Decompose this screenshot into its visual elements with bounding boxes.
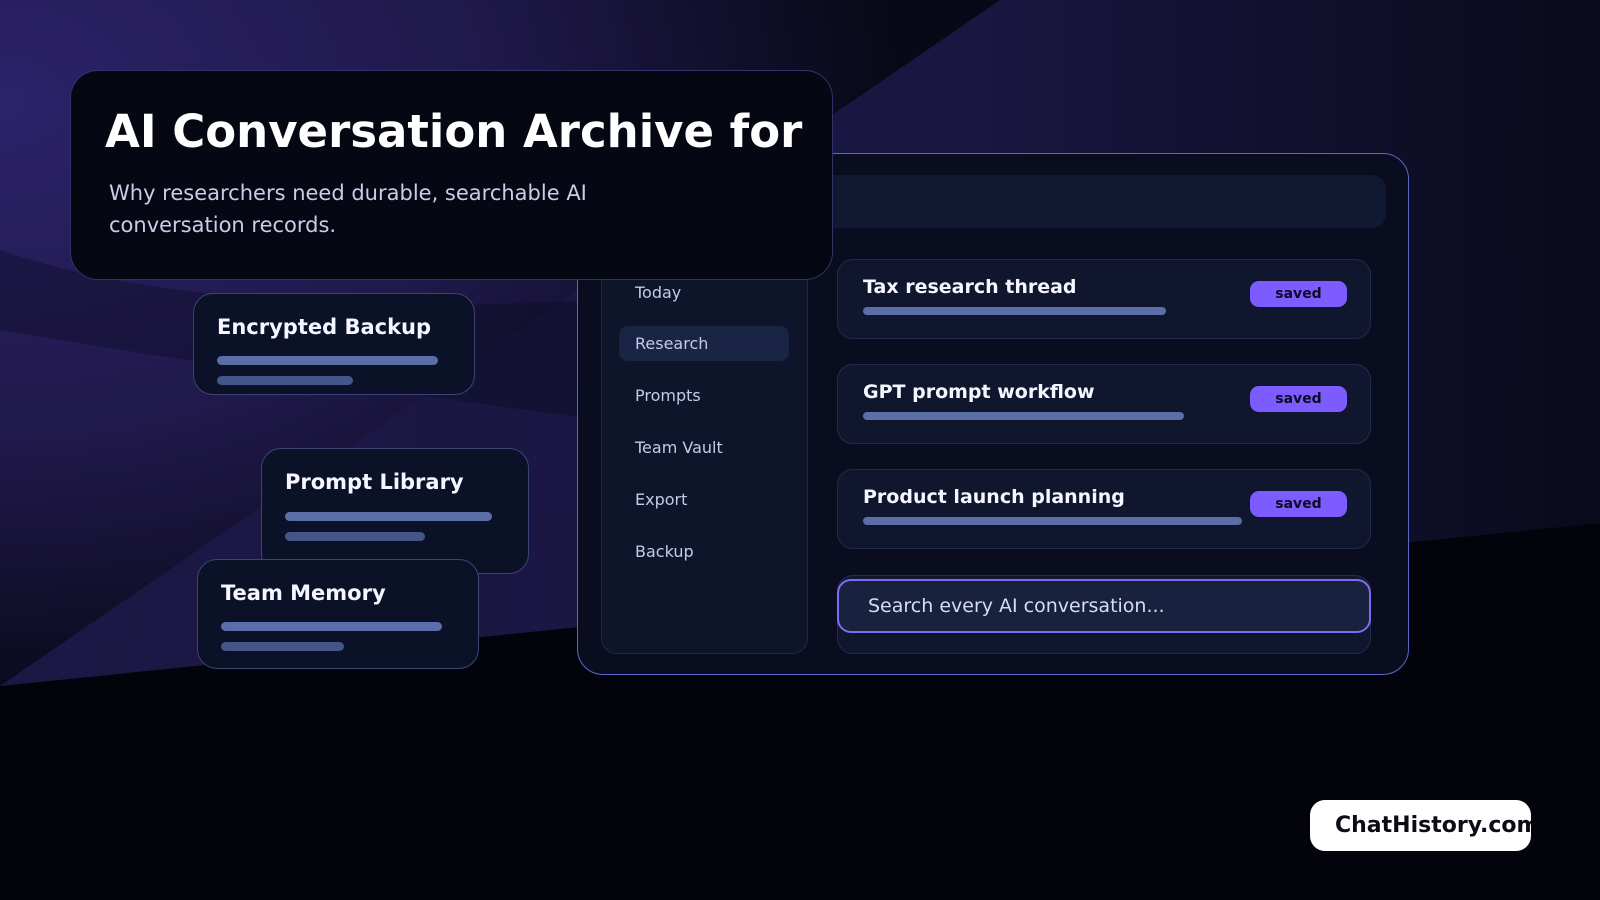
page-title: AI Conversation Archive for — [105, 105, 803, 158]
feature-bar — [221, 622, 442, 631]
sidebar-item-today[interactable]: Today — [619, 275, 789, 310]
search-container — [837, 575, 1371, 654]
feature-title: Team Memory — [221, 581, 386, 605]
saved-badge: saved — [1250, 281, 1347, 307]
conversation-preview-bar — [863, 307, 1166, 315]
feature-bar — [217, 376, 353, 385]
conversation-card[interactable]: Product launch planning saved — [837, 469, 1371, 549]
saved-badge: saved — [1250, 491, 1347, 517]
sidebar: Today Research Prompts Team Vault Export… — [601, 264, 808, 654]
feature-bar — [285, 512, 492, 521]
feature-bar — [285, 532, 425, 541]
conversation-preview-bar — [863, 412, 1184, 420]
search-input[interactable] — [837, 579, 1371, 633]
conversation-card[interactable]: Tax research thread saved — [837, 259, 1371, 339]
page-subtitle: Why researchers need durable, searchable… — [109, 181, 587, 237]
brand-badge[interactable]: ChatHistory.com — [1310, 800, 1531, 851]
conversation-preview-bar — [863, 517, 1242, 525]
feature-card-encrypted-backup: Encrypted Backup — [193, 293, 475, 395]
sidebar-item-export[interactable]: Export — [619, 482, 789, 517]
feature-bar — [221, 642, 344, 651]
sidebar-item-prompts[interactable]: Prompts — [619, 378, 789, 413]
sidebar-item-team-vault[interactable]: Team Vault — [619, 430, 789, 465]
conversation-title: Tax research thread — [863, 276, 1077, 298]
feature-bar — [217, 356, 438, 365]
conversation-title: Product launch planning — [863, 486, 1125, 508]
sidebar-item-research[interactable]: Research — [619, 326, 789, 361]
sidebar-item-backup[interactable]: Backup — [619, 534, 789, 569]
conversation-card[interactable]: GPT prompt workflow saved — [837, 364, 1371, 444]
feature-card-team-memory: Team Memory — [197, 559, 479, 669]
saved-badge: saved — [1250, 386, 1347, 412]
conversation-title: GPT prompt workflow — [863, 381, 1095, 403]
feature-title: Prompt Library — [285, 470, 464, 494]
hero-panel: AI Conversation Archive for Why research… — [70, 70, 833, 280]
feature-card-prompt-library: Prompt Library — [261, 448, 529, 574]
feature-title: Encrypted Backup — [217, 315, 432, 339]
